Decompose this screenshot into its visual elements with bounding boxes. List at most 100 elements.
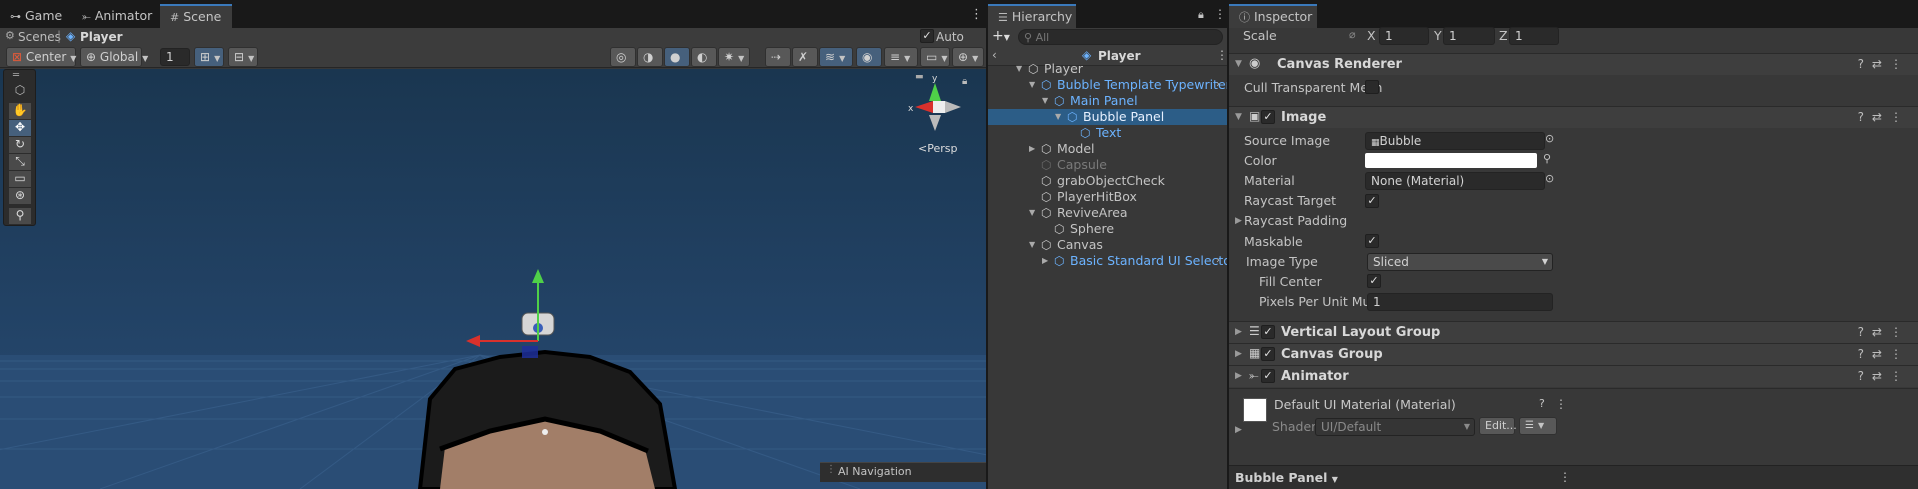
hierarchy-row[interactable]: ▼ ⬡ Bubble Panel [988, 109, 1227, 125]
chevron-down-icon[interactable]: ▼ [1055, 109, 1061, 125]
chevron-right-icon[interactable]: ▶ [1042, 253, 1048, 269]
scale-y-input[interactable]: 1 [1443, 27, 1495, 45]
hierarchy-row[interactable]: ⬡ Capsule [988, 157, 1227, 173]
eyedropper-icon[interactable]: ⚲ [1543, 152, 1551, 165]
footer-more-icon[interactable]: ⋮ [1559, 470, 1571, 484]
color-swatch[interactable] [1365, 153, 1537, 168]
view-tool-icon[interactable]: ⬡ [9, 83, 31, 99]
open-prefab-icon[interactable]: › [1216, 253, 1220, 269]
tab-hierarchy[interactable]: ☰ Hierarchy [988, 4, 1076, 28]
canvas-group-enabled-checkbox[interactable]: ✓ [1261, 347, 1275, 361]
image-enabled-checkbox[interactable]: ✓ [1261, 110, 1275, 124]
shader-options-button[interactable]: ☰ ▼ [1519, 417, 1557, 435]
chevron-down-icon[interactable]: ▼ [1029, 205, 1035, 221]
custom-tool-icon[interactable]: ⚲ [9, 208, 31, 224]
hierarchy-row[interactable]: ▶ ⬡ Basic Standard UI Selector Ele› [988, 253, 1227, 269]
hierarchy-row[interactable]: ⬡ grabObjectCheck [988, 173, 1227, 189]
auto-save-checkbox[interactable]: ✓ [920, 29, 934, 43]
fill-center-checkbox[interactable]: ✓ [1367, 274, 1381, 288]
shaded-wire-button[interactable]: ◑ [637, 47, 663, 67]
expand-arrow-icon[interactable]: ▶ [1235, 349, 1242, 359]
animator-header[interactable]: ▶ ⤜ ✓ Animator ?⇄⋮ [1229, 365, 1918, 387]
unlit-button[interactable]: ◐ [691, 47, 717, 67]
vertical-layout-enabled-checkbox[interactable]: ✓ [1261, 325, 1275, 339]
transform-tool-icon[interactable]: ⊛ [9, 188, 31, 204]
object-picker-icon[interactable]: ⊙ [1545, 132, 1554, 145]
snap-increment-button[interactable]: ⊟ ▼ [228, 47, 258, 67]
palette-grip-icon[interactable]: ═ [13, 70, 19, 81]
footer-label[interactable]: Bubble Panel ▼ [1235, 470, 1338, 485]
expand-arrow-icon[interactable]: ▶ [1235, 216, 1242, 226]
scale-z-input[interactable]: 1 [1509, 27, 1559, 45]
hand-tool-icon[interactable]: ✋ [9, 103, 31, 119]
hierarchy-row[interactable]: ⬡ Text [988, 125, 1227, 141]
projection-toggle[interactable]: <Persp [918, 142, 957, 155]
component-actions-icon[interactable]: ?⇄⋮ [1858, 110, 1910, 124]
grid-snap-button[interactable]: ⊞ ▼ [194, 47, 224, 67]
gizmo-x-cone[interactable] [915, 101, 933, 113]
object-picker-icon[interactable]: ⊙ [1545, 172, 1554, 185]
canvas-group-header[interactable]: ▶ ▦ ✓ Canvas Group ?⇄⋮ [1229, 343, 1918, 365]
expand-arrow-icon[interactable]: ▶ [1235, 327, 1242, 337]
collapse-arrow-icon[interactable]: ▼ [1235, 59, 1242, 69]
chevron-right-icon[interactable]: ▶ [1029, 141, 1035, 157]
hierarchy-row[interactable]: ▼ ⬡ Canvas [988, 237, 1227, 253]
component-actions-icon[interactable]: ?⇄⋮ [1858, 57, 1910, 71]
rotate-tool-icon[interactable]: ↻ [9, 137, 31, 153]
animator-enabled-checkbox[interactable]: ✓ [1261, 369, 1275, 383]
audio-toggle-button[interactable]: ✗ [792, 47, 818, 67]
lock-icon[interactable]: 🔒︎ [1198, 8, 1204, 22]
raycast-target-checkbox[interactable]: ✓ [1365, 194, 1379, 208]
rect-tool-icon[interactable]: ▭ [9, 171, 31, 187]
lock-icon[interactable]: 🔒︎ [962, 76, 967, 87]
component-actions-icon[interactable]: ?⇄⋮ [1858, 325, 1910, 339]
camera-dropdown[interactable]: ▭ ▼ [920, 47, 950, 67]
vertical-layout-group-header[interactable]: ▶ ☰ ✓ Vertical Layout Group ?⇄⋮ [1229, 321, 1918, 343]
hierarchy-row[interactable]: ▶ ⬡ Model [988, 141, 1227, 157]
canvas-renderer-header[interactable]: ▼ ◉ Canvas Renderer ?⇄⋮ [1229, 53, 1918, 75]
image-type-dropdown[interactable]: Sliced ▼ [1367, 253, 1553, 271]
chevron-down-icon[interactable]: ▼ [1029, 237, 1035, 253]
tab-animator[interactable]: ⤜ Animator [72, 4, 162, 28]
scene-more-icon[interactable]: ⋮ [970, 7, 983, 22]
constrain-icon[interactable]: ⌀ [1349, 28, 1356, 41]
draw-mode-button[interactable]: ◎ [610, 47, 636, 67]
scale-x-input[interactable]: 1 [1379, 27, 1429, 45]
chevron-down-icon[interactable]: ▼ [1042, 93, 1048, 109]
add-button[interactable]: +▼ [992, 28, 1010, 44]
move-tool-icon[interactable]: ✥ [9, 120, 31, 136]
hierarchy-row[interactable]: ▼ ⬡ Player [988, 61, 1227, 77]
maskable-checkbox[interactable]: ✓ [1365, 234, 1379, 248]
hierarchy-row[interactable]: ⬡ Sphere [988, 221, 1227, 237]
edit-shader-button[interactable]: Edit... [1479, 417, 1517, 435]
hierarchy-search-input[interactable]: ⚲ All [1018, 29, 1223, 45]
chevron-down-icon[interactable]: ▼ [1016, 61, 1022, 77]
gizmo-center-cube[interactable] [933, 101, 945, 113]
scene-viewport[interactable]: ═ ⬡ ✋ ✥ ↻ ⤡ ▭ ⊛ ⚲ ▬ 🔒︎ y x <Persp ⋮ AI N… [0, 69, 986, 489]
effects-button[interactable]: ≋ ▼ [819, 47, 853, 67]
image-header[interactable]: ▼ ▣ ✓ Image ?⇄⋮ [1229, 106, 1918, 128]
material-more-icon[interactable]: ⋮ [1555, 397, 1567, 411]
hierarchy-row[interactable]: ⬡ PlayerHitBox [988, 189, 1227, 205]
component-actions-icon[interactable]: ?⇄⋮ [1858, 369, 1910, 383]
raycast-padding-label[interactable]: Raycast Padding [1244, 213, 1347, 228]
header-more-icon[interactable]: ⋮ [1216, 48, 1227, 62]
gizmo-neg-x-cone[interactable] [945, 101, 961, 113]
2d-toggle-button[interactable]: ⇢ [765, 47, 791, 67]
component-actions-icon[interactable]: ?⇄⋮ [1858, 347, 1910, 361]
lighting-button[interactable]: ✷ ▼ [718, 47, 750, 67]
breadcrumb-player[interactable]: Player [80, 30, 123, 44]
scale-tool-icon[interactable]: ⤡ [9, 154, 31, 170]
hierarchy-row[interactable]: ▼ ⬡ Main Panel [988, 93, 1227, 109]
material-field[interactable]: None (Material) [1365, 172, 1545, 190]
ai-navigation-overlay[interactable]: ⋮ AI Navigation [820, 462, 986, 482]
cull-checkbox[interactable] [1365, 80, 1379, 94]
open-prefab-icon[interactable]: › [1216, 77, 1220, 93]
gizmos-dropdown[interactable]: ⊕ ▼ [952, 47, 984, 67]
layers-dropdown[interactable]: ≡ ▼ [884, 47, 918, 67]
tab-scene[interactable]: # Scene [160, 4, 232, 28]
gizmo-neg-y-cone[interactable] [929, 115, 941, 131]
shaded-button[interactable]: ● [664, 47, 690, 67]
more-icon[interactable]: ⋮ [1214, 7, 1226, 21]
grid-size-input[interactable]: 1 [160, 48, 190, 66]
